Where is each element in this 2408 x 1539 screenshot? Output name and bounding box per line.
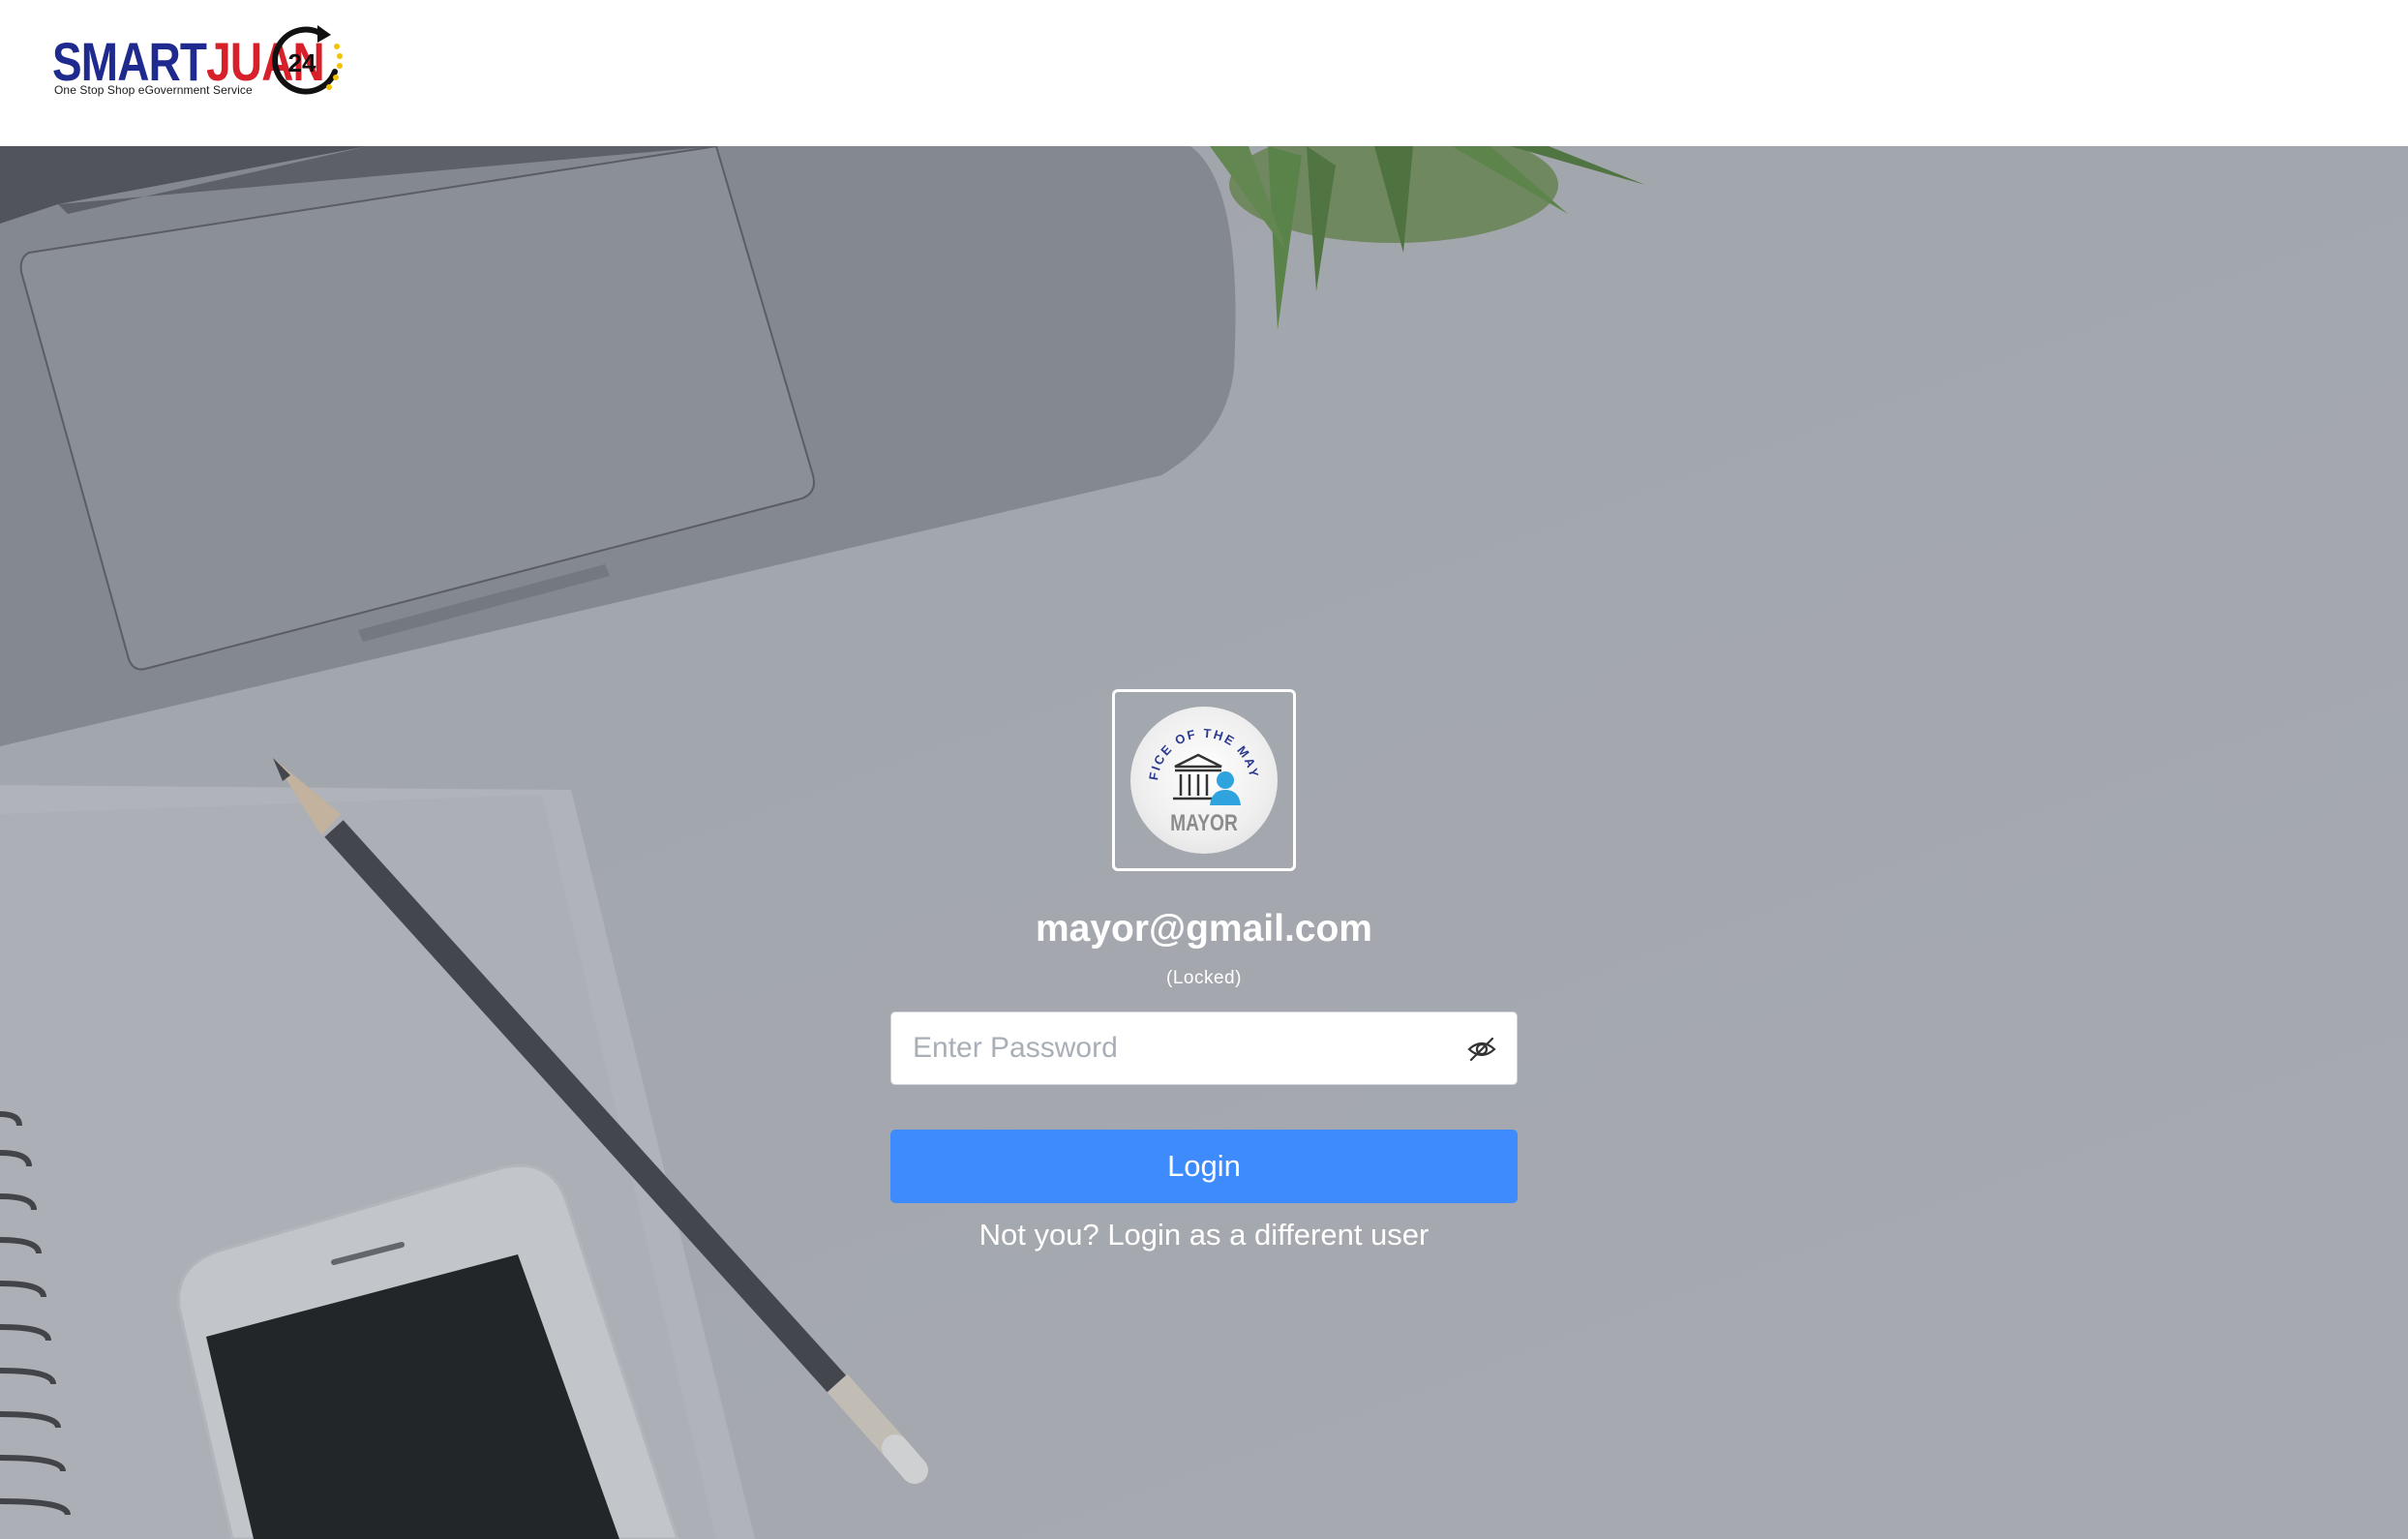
switch-user-link[interactable]: Not you? Login as a different user	[890, 1220, 1518, 1250]
eye-slash-icon[interactable]	[1466, 1034, 1497, 1065]
seal-bottom-text: MAYOR	[1170, 809, 1238, 836]
user-email: mayor@gmail.com	[1036, 908, 1372, 950]
top-header: SMARTJUAN One Stop Shop eGovernment Serv…	[0, 0, 2408, 146]
login-button[interactable]: Login	[890, 1130, 1518, 1203]
logo-number-text: 24	[288, 48, 316, 77]
lock-status: (Locked)	[1166, 968, 1242, 988]
password-input[interactable]	[891, 1012, 1453, 1084]
logo-tagline: One Stop Shop eGovernment Service	[54, 83, 253, 97]
smartjuan-logo[interactable]: SMARTJUAN One Stop Shop eGovernment Serv…	[52, 21, 343, 103]
office-of-the-mayor-seal-icon: OFFICE OF THE MAYOR MA	[1125, 695, 1260, 836]
password-field-wrapper	[890, 1011, 1518, 1085]
login-background: OFFICE OF THE MAYOR MA	[0, 146, 2408, 1539]
clock-24-icon: 24	[272, 25, 343, 95]
user-avatar: OFFICE OF THE MAYOR MA	[1112, 689, 1296, 871]
mayor-seal: OFFICE OF THE MAYOR MA	[1125, 695, 1278, 854]
